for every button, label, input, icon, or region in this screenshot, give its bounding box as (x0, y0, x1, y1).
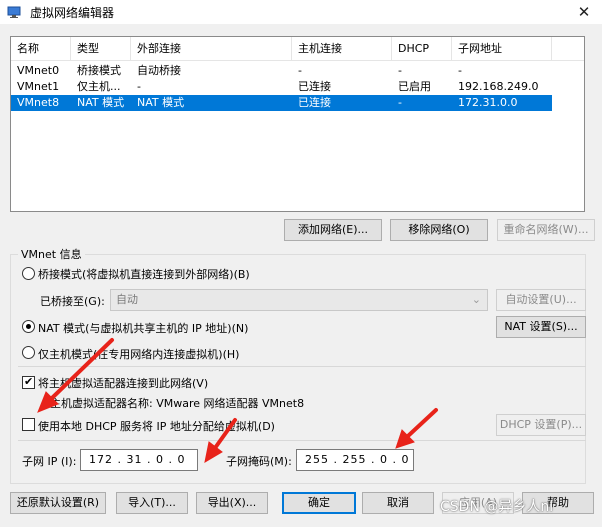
add-network-button[interactable]: 添加网络(E)... (284, 219, 382, 241)
cell-external: - (137, 80, 141, 93)
cell-name: VMnet1 (17, 80, 60, 93)
export-button[interactable]: 导出(X)... (196, 492, 268, 514)
cell-subnet: - (458, 64, 462, 77)
subnet-mask-label: 子网掩码(M): (226, 455, 292, 468)
column-header-dhcp[interactable]: DHCP (392, 37, 452, 61)
cell-host: 已连接 (298, 96, 331, 109)
cell-host: - (298, 64, 302, 77)
bridged-to-value: 自动 (116, 293, 138, 306)
auto-settings-button[interactable]: 自动设置(U)... (496, 289, 586, 311)
cell-dhcp: - (398, 64, 402, 77)
use-dhcp-label[interactable]: 使用本地 DHCP 服务将 IP 地址分配给虚拟机(D) (38, 418, 275, 434)
chevron-down-icon: ⌄ (471, 293, 481, 306)
divider (18, 366, 586, 367)
cell-name: VMnet0 (17, 64, 60, 77)
cell-subnet: 192.168.249.0 (458, 80, 539, 93)
cell-host: 已连接 (298, 80, 331, 93)
bridged-to-label: 已桥接至(G): (40, 295, 105, 308)
restore-defaults-button[interactable]: 还原默认设置(R) (10, 492, 106, 514)
column-header-type[interactable]: 类型 (71, 37, 131, 61)
rename-network-button[interactable]: 重命名网络(W)... (497, 219, 595, 241)
column-header-external[interactable]: 外部连接 (131, 37, 292, 61)
column-header-host[interactable]: 主机连接 (292, 37, 392, 61)
subnet-ip-input[interactable]: 172 . 31 . 0 . 0 (80, 449, 198, 471)
table-row[interactable]: VMnet1 仅主机... - 已连接 已启用 192.168.249.0 (11, 79, 552, 95)
connect-adapter-checkbox[interactable] (22, 375, 35, 389)
network-editor-icon (7, 6, 21, 18)
table-row[interactable]: VMnet0 桥接模式 自动桥接 - - - (11, 63, 552, 79)
nat-mode-label[interactable]: NAT 模式(与虚拟机共享主机的 IP 地址)(N) (38, 320, 248, 336)
bridge-mode-label[interactable]: 桥接模式(将虚拟机直接连接到外部网络)(B) (38, 266, 250, 282)
window-title: 虚拟网络编辑器 (30, 6, 115, 20)
network-list[interactable]: 名称 类型 外部连接 主机连接 DHCP 子网地址 VMnet0 桥接模式 自动… (10, 36, 585, 212)
cell-dhcp: - (398, 96, 402, 109)
use-dhcp-checkbox[interactable] (22, 418, 35, 431)
connect-adapter-label[interactable]: 将主机虚拟适配器连接到此网络(V) (38, 375, 208, 391)
import-button[interactable]: 导入(T)... (116, 492, 188, 514)
cancel-button[interactable]: 取消 (362, 492, 434, 514)
list-header: 名称 类型 外部连接 主机连接 DHCP 子网地址 (11, 37, 584, 61)
host-only-radio[interactable] (22, 346, 35, 359)
watermark-text: CSDN @异乡人nl (440, 499, 554, 515)
bridge-mode-radio[interactable] (22, 267, 35, 280)
column-header-subnet[interactable]: 子网地址 (452, 37, 552, 61)
column-header-name[interactable]: 名称 (11, 37, 71, 61)
cell-dhcp: 已启用 (398, 80, 431, 93)
cell-name: VMnet8 (17, 96, 60, 109)
divider (18, 440, 586, 441)
ok-button[interactable]: 确定 (282, 492, 356, 514)
table-row-selected[interactable]: VMnet8 NAT 模式 NAT 模式 已连接 - 172.31.0.0 (11, 95, 552, 111)
cell-subnet: 172.31.0.0 (458, 96, 518, 109)
title-bar: 虚拟网络编辑器 ✕ (0, 0, 602, 24)
cell-type: 桥接模式 (77, 64, 121, 77)
cell-external: NAT 模式 (137, 96, 185, 109)
subnet-mask-input[interactable]: 255 . 255 . 0 . 0 (296, 449, 414, 471)
nat-mode-radio[interactable] (22, 320, 35, 333)
cell-type: NAT 模式 (77, 96, 125, 109)
cell-external: 自动桥接 (137, 64, 181, 77)
bridged-to-select[interactable]: 自动 ⌄ (110, 289, 488, 311)
dhcp-settings-button[interactable]: DHCP 设置(P)... (496, 414, 586, 436)
cell-type: 仅主机... (77, 80, 121, 93)
vmnet-info-label: VMnet 信息 (18, 246, 85, 262)
remove-network-button[interactable]: 移除网络(O) (390, 219, 488, 241)
nat-settings-button[interactable]: NAT 设置(S)... (496, 316, 586, 338)
host-only-label[interactable]: 仅主机模式(在专用网络内连接虚拟机)(H) (38, 346, 239, 362)
subnet-ip-label: 子网 IP (I): (22, 455, 77, 468)
adapter-name-text: 主机虚拟适配器名称: VMware 网络适配器 VMnet8 (50, 397, 305, 410)
close-icon[interactable]: ✕ (572, 2, 596, 22)
